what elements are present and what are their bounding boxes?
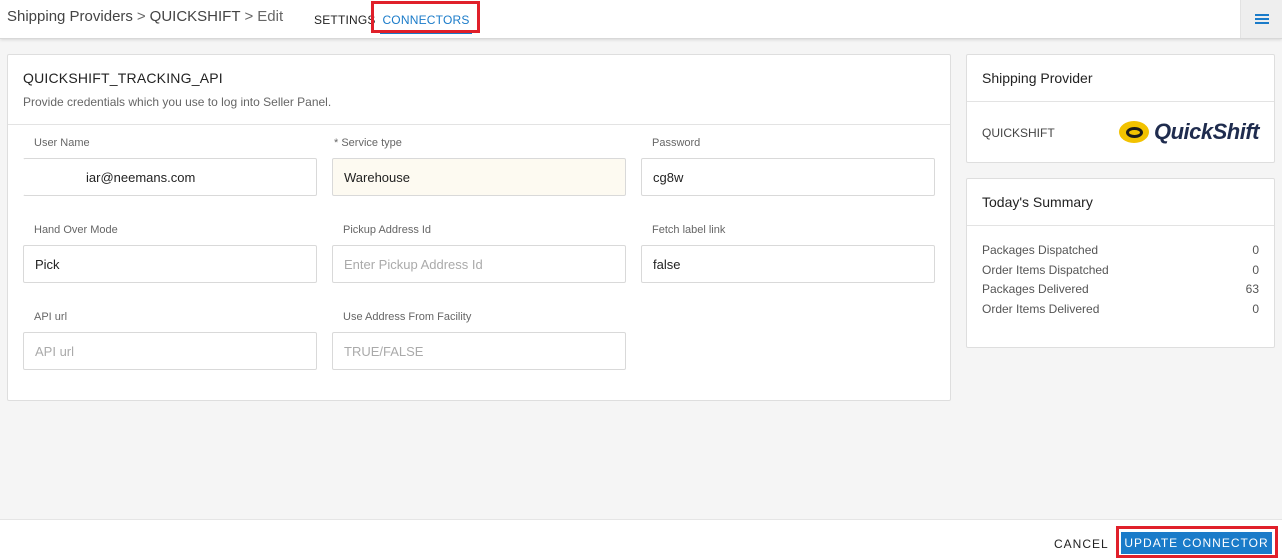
todays-summary-title: Today's Summary bbox=[967, 179, 1274, 226]
footer-bar: CANCEL UPDATE CONNECTOR bbox=[0, 519, 1282, 559]
summary-label: Packages Dispatched bbox=[982, 243, 1099, 257]
summary-value: 0 bbox=[1252, 262, 1259, 277]
logo-text: QuickShift bbox=[1154, 119, 1260, 144]
update-connector-button[interactable]: UPDATE CONNECTOR bbox=[1121, 532, 1272, 554]
shipping-provider-card: Shipping Provider QUICKSHIFT QuickShift bbox=[966, 54, 1275, 163]
use-address-from-facility-label: Use Address From Facility bbox=[343, 311, 472, 323]
summary-value: 63 bbox=[1245, 282, 1259, 296]
user-name-field: User Name bbox=[23, 137, 317, 196]
password-field: Password bbox=[641, 137, 935, 196]
pickup-address-id-input[interactable] bbox=[332, 245, 626, 283]
connector-title: QUICKSHIFT_TRACKING_API bbox=[23, 70, 223, 86]
summary-row: Order Items Delivered 0 bbox=[982, 300, 1259, 320]
hamburger-menu-icon bbox=[1254, 14, 1269, 24]
summary-row: Order Items Dispatched 0 bbox=[982, 261, 1259, 281]
summary-row: Packages Delivered 63 bbox=[982, 280, 1259, 300]
connector-subtitle: Provide credentials which you use to log… bbox=[23, 95, 332, 109]
shipping-provider-title: Shipping Provider bbox=[967, 55, 1274, 102]
breadcrumb: Shipping Providers > QUICKSHIFT > Edit bbox=[7, 8, 283, 25]
breadcrumb-separator: > bbox=[244, 8, 254, 25]
summary-label: Order Items Dispatched bbox=[982, 262, 1109, 277]
quickshift-logo-icon bbox=[1119, 121, 1149, 143]
connector-card: QUICKSHIFT_TRACKING_API Provide credenti… bbox=[7, 54, 951, 401]
api-url-label: API url bbox=[34, 311, 68, 323]
todays-summary-card: Today's Summary Packages Dispatched 0 Or… bbox=[966, 178, 1275, 348]
hand-over-mode-input[interactable] bbox=[23, 245, 317, 283]
tab-connectors[interactable]: CONNECTORS bbox=[374, 0, 478, 39]
top-bar: Shipping Providers > QUICKSHIFT > Edit S… bbox=[0, 0, 1282, 39]
summary-label: Packages Delivered bbox=[982, 282, 1089, 296]
password-label: Password bbox=[652, 137, 701, 149]
summary-label: Order Items Delivered bbox=[982, 301, 1100, 316]
breadcrumb-current: Edit bbox=[257, 8, 284, 25]
pickup-address-id-label: Pickup Address Id bbox=[343, 224, 432, 236]
tab-connectors-label: CONNECTORS bbox=[382, 12, 470, 27]
user-name-input[interactable] bbox=[23, 158, 317, 196]
provider-name: QUICKSHIFT bbox=[982, 126, 1055, 140]
breadcrumb-provider[interactable]: QUICKSHIFT bbox=[150, 8, 241, 25]
menu-button[interactable] bbox=[1240, 0, 1282, 38]
breadcrumb-shipping-providers[interactable]: Shipping Providers bbox=[7, 8, 133, 25]
user-name-label: User Name bbox=[34, 137, 90, 149]
fetch-label-link-field: Fetch label link bbox=[641, 224, 935, 283]
hand-over-mode-field: Hand Over Mode bbox=[23, 224, 317, 283]
active-tab-indicator bbox=[380, 32, 472, 34]
quickshift-logo: QuickShift bbox=[1119, 119, 1260, 145]
shipping-provider-body: QUICKSHIFT QuickShift bbox=[967, 102, 1274, 162]
connector-card-header: QUICKSHIFT_TRACKING_API Provide credenti… bbox=[8, 55, 950, 125]
service-type-input[interactable] bbox=[332, 158, 626, 196]
tab-settings[interactable]: SETTINGS bbox=[314, 0, 376, 39]
fetch-label-link-label: Fetch label link bbox=[652, 224, 726, 236]
use-address-from-facility-field: Use Address From Facility bbox=[332, 311, 626, 370]
summary-value: 0 bbox=[1252, 243, 1259, 257]
summary-row: Packages Dispatched 0 bbox=[982, 241, 1259, 261]
password-input[interactable] bbox=[641, 158, 935, 196]
service-type-field: * Service type bbox=[332, 137, 626, 196]
summary-list: Packages Dispatched 0 Order Items Dispat… bbox=[967, 226, 1274, 319]
pickup-address-id-field: Pickup Address Id bbox=[332, 224, 626, 283]
api-url-input[interactable] bbox=[23, 332, 317, 370]
api-url-field: API url bbox=[23, 311, 317, 370]
use-address-from-facility-input[interactable] bbox=[332, 332, 626, 370]
summary-value: 0 bbox=[1252, 301, 1259, 316]
cancel-button[interactable]: CANCEL bbox=[1054, 537, 1109, 551]
fetch-label-link-input[interactable] bbox=[641, 245, 935, 283]
service-type-label: * Service type bbox=[334, 137, 402, 149]
breadcrumb-separator: > bbox=[136, 8, 146, 25]
hand-over-mode-label: Hand Over Mode bbox=[34, 224, 118, 236]
